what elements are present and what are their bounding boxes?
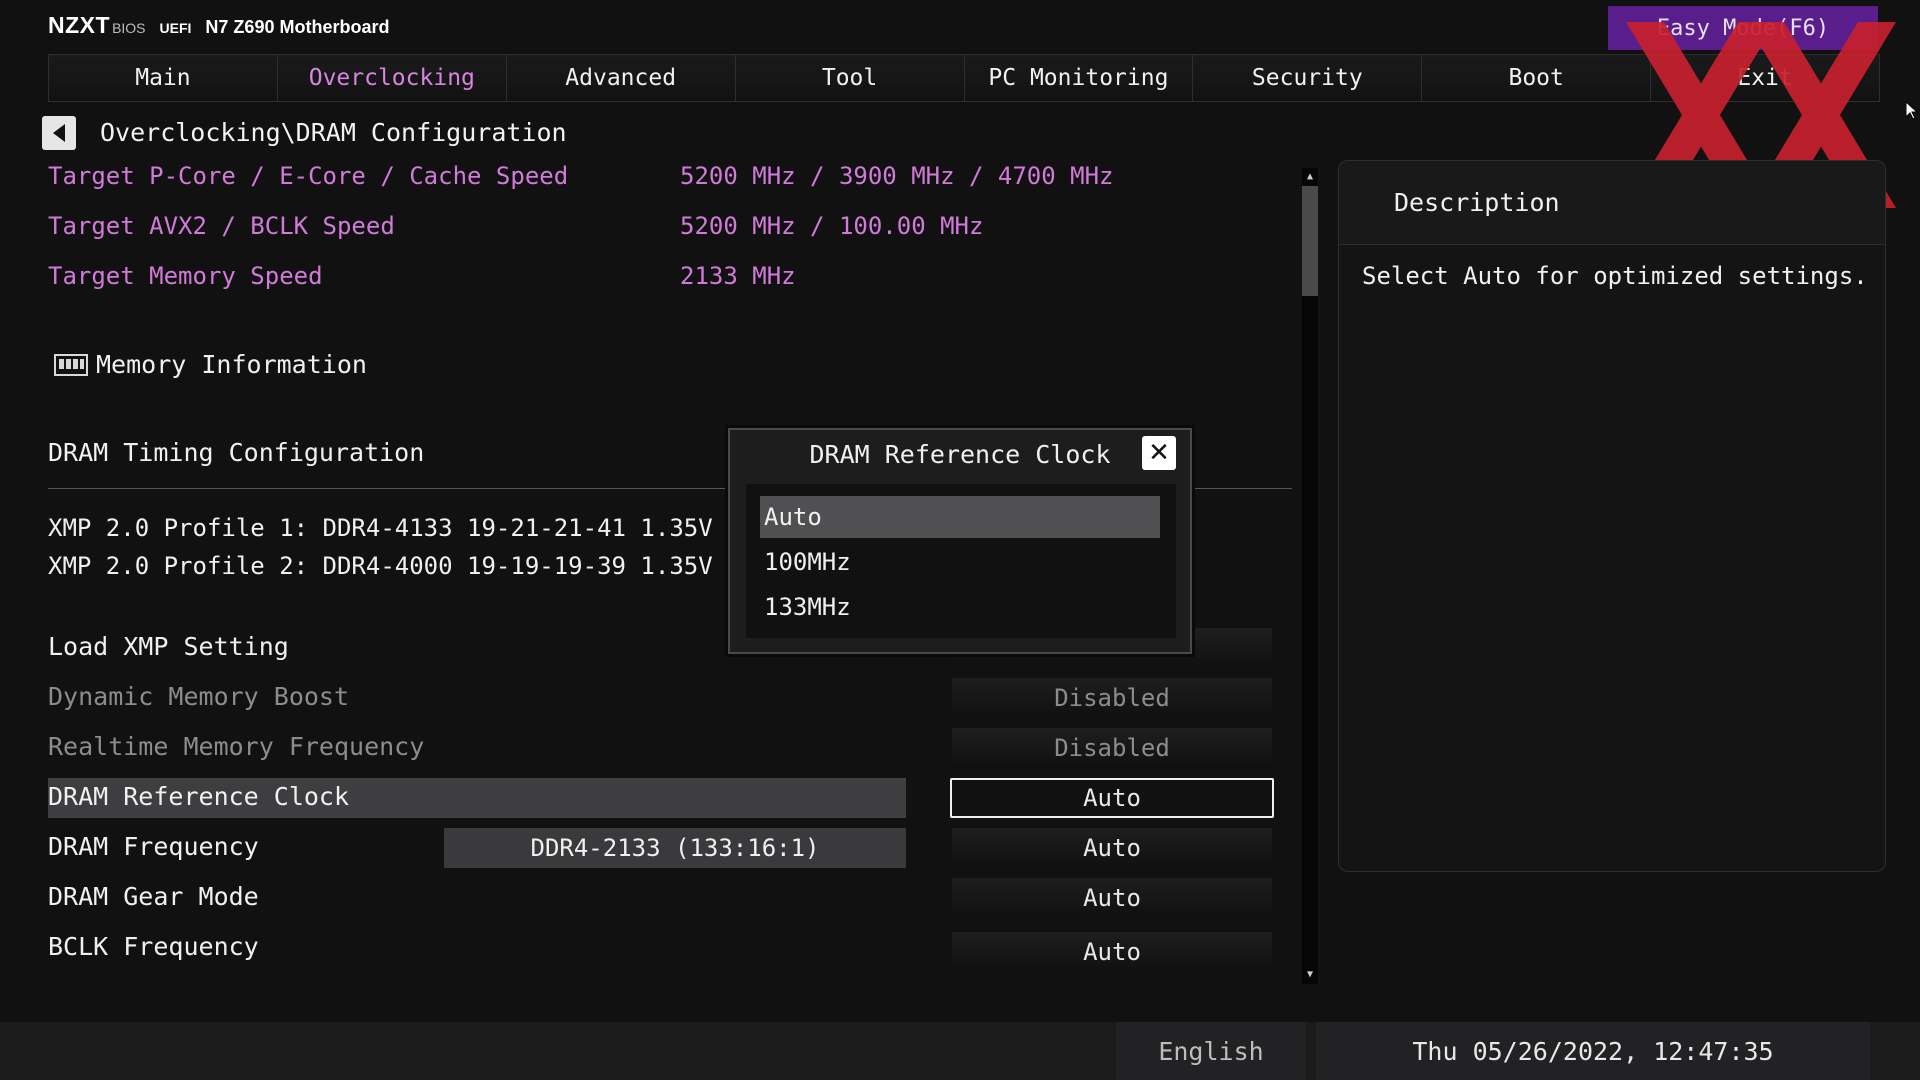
scroll-up-arrow-icon[interactable]: ▲ <box>1303 170 1317 184</box>
close-icon[interactable]: ✕ <box>1142 436 1176 470</box>
target-label: Target AVX2 / BCLK Speed <box>48 212 395 240</box>
tab-pc-monitoring[interactable]: PC Monitoring <box>964 55 1194 101</box>
model-name: N7 Z690 Motherboard <box>205 17 390 37</box>
option-label-dram-frequency[interactable]: DRAM Frequency <box>48 832 259 861</box>
option-label-dram-gear-mode[interactable]: DRAM Gear Mode <box>48 882 259 911</box>
tab-boot[interactable]: Boot <box>1422 55 1652 101</box>
option-value-dram-frequency[interactable]: Auto <box>952 828 1272 868</box>
language-selector[interactable]: English <box>1116 1022 1306 1080</box>
popup-option-133mhz[interactable]: 133MHz <box>760 586 1160 628</box>
option-label-dram-reference-clock[interactable]: DRAM Reference Clock <box>48 782 349 811</box>
option-value-dram-gear-mode[interactable]: Auto <box>952 878 1272 918</box>
target-value: 5200 MHz / 100.00 MHz <box>680 212 984 240</box>
tab-security[interactable]: Security <box>1193 55 1423 101</box>
target-label: Target Memory Speed <box>48 262 323 290</box>
option-label-dynamic-memory-boost: Dynamic Memory Boost <box>48 682 350 711</box>
target-label: Target P-Core / E-Core / Cache Speed <box>48 162 569 190</box>
description-text: Select Auto for optimized settings. <box>1362 262 1868 290</box>
option-value-bclk-frequency[interactable]: Auto <box>952 932 1272 972</box>
option-value-dynamic-memory-boost: Disabled <box>952 678 1272 718</box>
popup-title: DRAM Reference Clock <box>809 440 1111 469</box>
tab-main[interactable]: Main <box>49 55 278 101</box>
memory-module-icon <box>54 353 88 376</box>
scroll-down-arrow-icon[interactable]: ▼ <box>1303 968 1317 982</box>
dram-frequency-info: DDR4-2133 (133:16:1) <box>444 828 906 868</box>
xmp-profile-1: XMP 2.0 Profile 1: DDR4-4133 19-21-21-41… <box>48 514 785 542</box>
tab-tool[interactable]: Tool <box>735 55 965 101</box>
target-value: 2133 MHz <box>680 262 796 290</box>
tab-overclocking[interactable]: Overclocking <box>277 55 507 101</box>
popup-option-auto[interactable]: Auto <box>760 496 1160 538</box>
section-title: DRAM Timing Configuration <box>48 438 425 467</box>
memory-information-link[interactable]: Memory Information <box>54 350 367 379</box>
option-label-load-xmp[interactable]: Load XMP Setting <box>48 632 289 661</box>
back-arrow-icon <box>53 124 65 142</box>
option-value-realtime-memory-frequency: Disabled <box>952 728 1272 768</box>
option-label-bclk-frequency[interactable]: BCLK Frequency <box>48 932 259 961</box>
memory-information-label: Memory Information <box>96 350 367 379</box>
option-value-dram-reference-clock[interactable]: Auto <box>950 778 1274 818</box>
popup-option-100mhz[interactable]: 100MHz <box>760 541 1160 583</box>
xmp-profile-2: XMP 2.0 Profile 2: DDR4-4000 19-19-19-39… <box>48 552 785 580</box>
datetime-display[interactable]: Thu 05/26/2022, 12:47:35 <box>1316 1022 1870 1080</box>
scrollbar-thumb[interactable] <box>1302 186 1318 296</box>
back-button[interactable] <box>42 116 76 150</box>
breadcrumb: Overclocking\DRAM Configuration <box>100 118 567 147</box>
bios-label: BIOS <box>112 20 146 36</box>
tab-advanced[interactable]: Advanced <box>506 55 736 101</box>
uefi-label: UEFI <box>159 20 192 36</box>
nzxt-logo: NZXT <box>48 12 111 38</box>
mouse-cursor-icon <box>1906 102 1918 120</box>
brand-header: NZXT BIOS UEFI N7 Z690 Motherboard <box>48 12 389 39</box>
target-value: 5200 MHz / 3900 MHz / 4700 MHz <box>680 162 1114 190</box>
main-tabs: Main Overclocking Advanced Tool PC Monit… <box>48 54 1880 102</box>
description-title: Description <box>1394 188 1560 217</box>
option-label-realtime-memory-frequency: Realtime Memory Frequency <box>48 732 425 761</box>
